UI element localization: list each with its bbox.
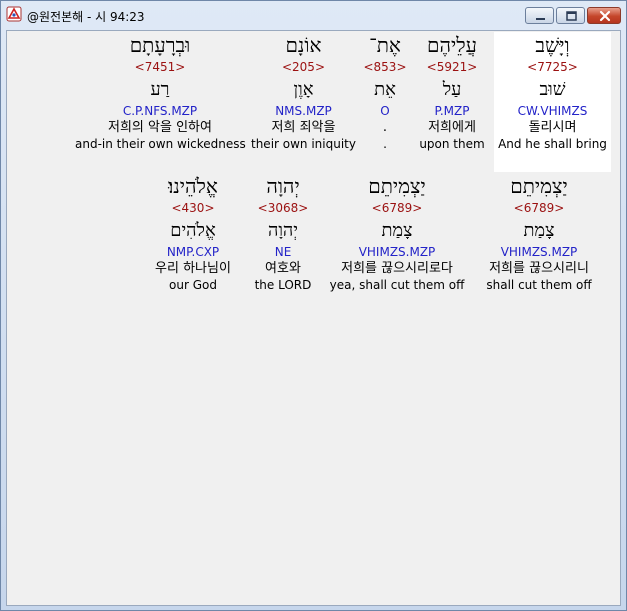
korean-gloss: 우리 하나님이 [155, 261, 231, 276]
hebrew-word: יַצְמִיתֵם [368, 174, 426, 198]
morphology-code: NMS.MZP [275, 104, 332, 118]
minimize-button[interactable] [525, 7, 554, 24]
hebrew-word: אֶת־ [369, 33, 401, 57]
english-gloss: . [383, 137, 387, 151]
app-window: @원전본해 - 시 94:23 וְיָּשֶׁב <7725> שׁוּב C… [0, 0, 627, 611]
close-button[interactable] [587, 7, 621, 24]
korean-gloss: 저희를 끊으시리로다 [341, 261, 453, 276]
app-logo-icon [6, 6, 22, 22]
strong-number[interactable]: <5921> [412, 59, 492, 75]
strong-number[interactable]: <6789> [325, 200, 469, 216]
title-bar[interactable]: @원전본해 - 시 94:23 [1, 1, 626, 29]
morphology-code: NE [274, 245, 292, 259]
word-cell[interactable]: אֱלֹהֵינוּ׃ <430> אֱלֹהִים NMP.CXP 우리 하나… [141, 173, 245, 293]
korean-gloss: 저희를 끊으시리니 [489, 261, 589, 276]
window-title: @원전본해 - 시 94:23 [27, 10, 145, 24]
strong-number[interactable]: <6789> [473, 200, 605, 216]
word-cell[interactable]: יַצְמִיתֵם <6789> צָמַת VHIMZS.MZP 저희를 끊… [473, 173, 605, 293]
lemma-word: אֵת [374, 79, 396, 100]
english-gloss: our God [169, 278, 217, 292]
hebrew-word: עֲלֵיהֶם [427, 33, 477, 57]
interlinear-panel[interactable]: וְיָּשֶׁב <7725> שׁוּב CW.VHIMZS 돌리시며 An… [6, 30, 621, 606]
english-gloss: their own iniquity [251, 137, 356, 151]
morphology-code: P.MZP [434, 104, 470, 118]
korean-gloss: 저희 죄악을 [271, 120, 336, 135]
morphology-code: NMP.CXP [166, 245, 220, 259]
word-cell[interactable]: עֲלֵיהֶם <5921> עַל P.MZP 저희에게 upon them [412, 32, 492, 152]
minimize-icon [536, 18, 545, 20]
lemma-word: עַל [442, 79, 462, 100]
english-gloss: yea, shall cut them off [329, 278, 465, 292]
lemma-word: צָמַת [381, 220, 413, 241]
hebrew-word: וּבְרָעָתָם [129, 33, 191, 57]
strong-number[interactable]: <430> [141, 200, 245, 216]
word-cell[interactable]: אוֹנָם <205> אָוֶן NMS.MZP 저희 죄악을 their … [251, 32, 356, 152]
word-cell[interactable]: יְהוָה <3068> יְהוָה NE 여호와 the LORD [247, 173, 319, 293]
korean-gloss: 저희의 악을 인하여 [108, 120, 212, 135]
lemma-word: שׁוּב [539, 79, 566, 100]
morphology-code: O [380, 104, 390, 118]
maximize-icon [566, 11, 577, 21]
word-cell[interactable]: וְיָּשֶׁב <7725> שׁוּב CW.VHIMZS 돌리시며 An… [494, 32, 611, 172]
korean-gloss: . [382, 120, 388, 135]
hebrew-word: וְיָּשֶׁב [535, 33, 570, 57]
close-icon [599, 10, 611, 22]
lemma-word: יְהוָה [267, 220, 299, 241]
korean-gloss: 여호와 [265, 261, 301, 276]
morphology-code: C.P.NFS.MZP [122, 104, 198, 118]
morphology-code: CW.VHIMZS [517, 104, 588, 118]
korean-gloss: 돌리시며 [528, 120, 577, 135]
word-cell[interactable]: וּבְרָעָתָם <7451> רַע C.P.NFS.MZP 저희의 악… [75, 32, 246, 152]
hebrew-word: יַצְמִיתֵם [510, 174, 568, 198]
english-gloss: the LORD [254, 278, 312, 292]
lemma-word: אָוֶן [293, 79, 314, 100]
morphology-code: VHIMZS.MZP [500, 245, 578, 259]
english-gloss: shall cut them off [486, 278, 592, 292]
hebrew-word: אוֹנָם [285, 33, 322, 57]
word-cell[interactable]: אֶת־ <853> אֵת O . . [358, 32, 412, 152]
hebrew-word: יְהוָה [266, 174, 300, 198]
strong-number[interactable]: <7451> [75, 59, 245, 75]
strong-number[interactable]: <205> [251, 59, 356, 75]
strong-number[interactable]: <853> [358, 59, 412, 75]
lemma-word: אֱלֹהִים [170, 220, 216, 241]
lemma-word: צָמַת [523, 220, 555, 241]
hebrew-word: אֱלֹהֵינוּ׃ [168, 174, 218, 198]
english-gloss: and-in their own wickedness [75, 137, 246, 151]
lemma-word: רַע [150, 79, 170, 100]
english-gloss: And he shall bring [498, 137, 607, 151]
strong-number[interactable]: <7725> [494, 59, 611, 75]
strong-number[interactable]: <3068> [247, 200, 319, 216]
word-cell[interactable]: יַצְמִיתֵם <6789> צָמַת VHIMZS.MZP 저희를 끊… [325, 173, 469, 293]
english-gloss: upon them [419, 137, 485, 151]
maximize-button[interactable] [556, 7, 585, 24]
morphology-code: VHIMZS.MZP [358, 245, 436, 259]
korean-gloss: 저희에게 [428, 120, 476, 135]
